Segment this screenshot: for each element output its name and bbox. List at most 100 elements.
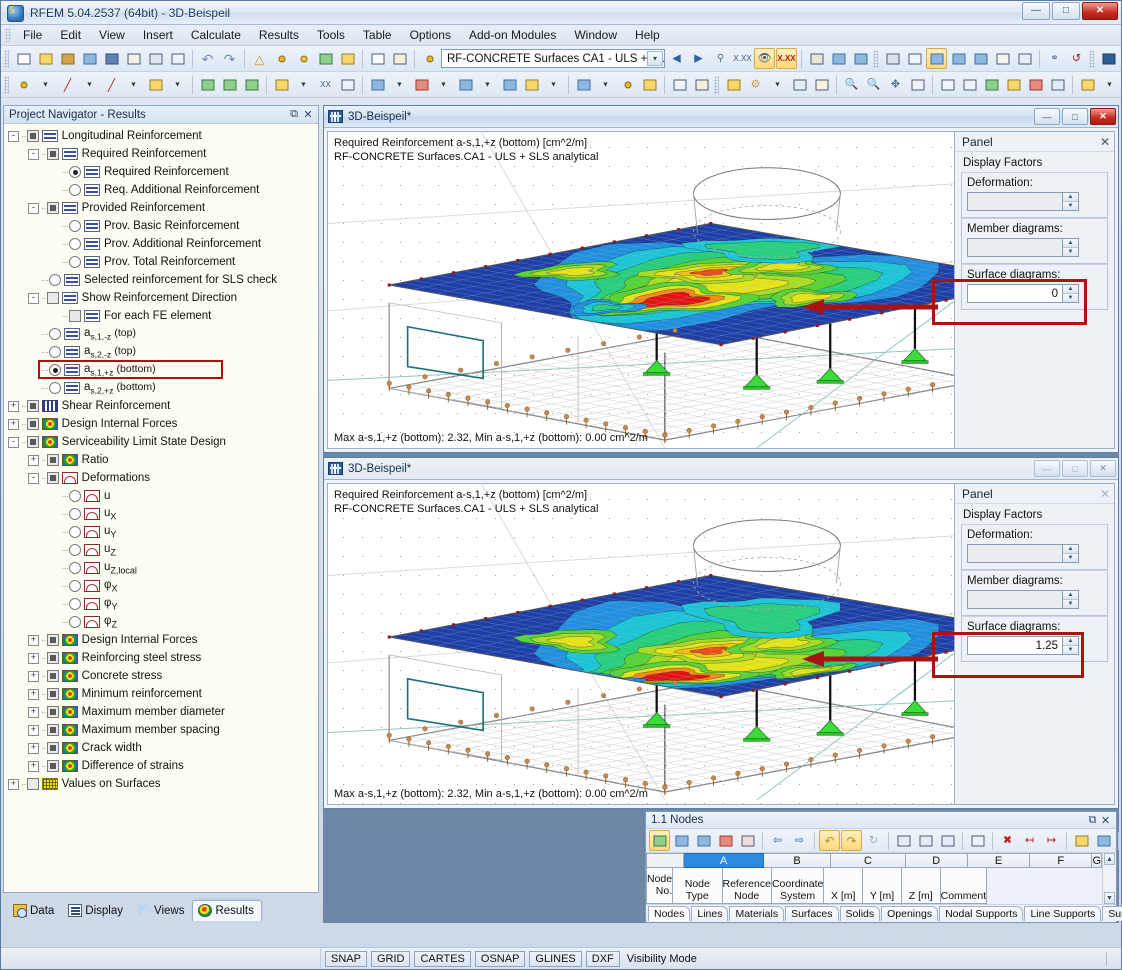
connect-lines-icon[interactable] [691, 74, 712, 95]
table-insert-row-icon[interactable] [671, 830, 692, 851]
show-result-values-icon[interactable]: X.XX [776, 48, 797, 69]
minimize-button[interactable]: — [1022, 2, 1050, 20]
menu-item-table[interactable]: Table [354, 26, 401, 44]
new-node-icon[interactable] [13, 74, 34, 95]
print-preview-icon[interactable] [167, 48, 188, 69]
table-edit-mode-icon[interactable] [649, 830, 670, 851]
table-prev-icon[interactable]: ⇦ [767, 830, 788, 851]
pan-view-icon[interactable]: ✥ [885, 74, 906, 95]
expand-icon[interactable]: + [28, 454, 39, 466]
view-xz-icon[interactable] [970, 48, 991, 69]
pick-object-icon[interactable] [271, 48, 292, 69]
checkbox-partial[interactable] [46, 760, 59, 772]
save-icon[interactable] [101, 48, 122, 69]
checkbox-partial[interactable] [46, 148, 59, 160]
navigator-tree-item[interactable]: + ·· Maximum member diameter [4, 703, 318, 721]
navigator-tree-item[interactable]: - ·· Show Reinforcement Direction [4, 289, 318, 307]
checkbox-unchecked[interactable] [46, 292, 59, 304]
nodal-release-icon[interactable]: XX [315, 74, 336, 95]
navigator-tab-results[interactable]: Results [192, 900, 262, 921]
view2-member-spin-buttons[interactable]: ▲ ▼ [1062, 590, 1079, 609]
table-redo-icon[interactable]: ↷ [841, 830, 862, 851]
new-opening-icon[interactable] [521, 74, 542, 95]
redo-icon[interactable]: ↷ [219, 48, 240, 69]
table-remove-column-icon[interactable] [915, 830, 936, 851]
navigator-tree-item[interactable]: ··· φY [4, 595, 318, 613]
navigator-results-tree[interactable]: - ·· Longitudinal Reinforcement - ·· Required… [4, 124, 318, 892]
render-model-icon[interactable] [882, 48, 903, 69]
expand-icon[interactable]: + [8, 400, 19, 412]
spin-down-icon[interactable]: ▼ [1063, 600, 1078, 608]
view2-panel-close-icon[interactable]: ✕ [1100, 487, 1110, 501]
printout-report2-icon[interactable] [850, 48, 871, 69]
rfem-help-icon[interactable] [1098, 48, 1119, 69]
scroll-down-icon[interactable]: ▼ [1104, 892, 1115, 904]
radio-button[interactable] [69, 490, 81, 502]
checkbox-partial[interactable] [26, 130, 39, 142]
view1-minimize-button[interactable]: — [1034, 108, 1060, 125]
status-grid-toggle[interactable]: GRID [370, 950, 411, 967]
new-node-dropdown-icon[interactable]: ▼ [35, 74, 56, 95]
expand-icon[interactable]: + [28, 760, 39, 772]
table-delete-selection-icon[interactable]: ✖ [997, 830, 1018, 851]
menu-grip-handle[interactable] [5, 28, 11, 42]
checkbox-partial[interactable] [46, 724, 59, 736]
checkbox-partial[interactable] [46, 652, 59, 664]
toolbar-grip-handle-3[interactable] [1089, 49, 1094, 68]
checkbox-partial[interactable] [26, 400, 39, 412]
radio-button-selected[interactable] [69, 166, 81, 178]
view2-viewport[interactable]: Required Reinforcement a-s,1,+z (bottom)… [327, 483, 1115, 805]
opening-dropdown-icon[interactable]: ▼ [543, 74, 564, 95]
view1-deformation-spin-buttons[interactable]: ▲ ▼ [1062, 192, 1079, 211]
new-free-load-icon[interactable] [411, 74, 432, 95]
open-project-icon[interactable] [57, 48, 78, 69]
toolbar2-grip-handle[interactable] [4, 75, 9, 94]
radio-button[interactable] [69, 238, 81, 250]
navigator-tree-item[interactable]: + ·· Difference of strains [4, 757, 318, 775]
navigator-tree-item[interactable]: - ·· Provided Reinforcement [4, 199, 318, 217]
isolines-icon[interactable] [1047, 74, 1068, 95]
navigator-tree-item[interactable]: ··· Prov. Total Reinforcement [4, 253, 318, 271]
table-blue-grid-icon[interactable] [1093, 830, 1114, 851]
free-load-dropdown-icon[interactable]: ▼ [433, 74, 454, 95]
fe-mesh-icon[interactable] [337, 74, 358, 95]
radio-button[interactable] [69, 580, 81, 592]
zoom-window-icon[interactable]: 🔍 [841, 74, 862, 95]
view1-member-spin-buttons[interactable]: ▲ ▼ [1062, 238, 1079, 257]
navigator-tree-item[interactable]: ··· Prov. Basic Reinforcement [4, 217, 318, 235]
new-solid-load-icon[interactable] [455, 74, 476, 95]
status-osnap-toggle[interactable]: OSNAP [474, 950, 526, 967]
spin-up-icon[interactable]: ▲ [1063, 239, 1078, 248]
navigator-tab-data[interactable]: Data [7, 900, 62, 921]
new-member-hinge-icon[interactable] [271, 74, 292, 95]
table-col-letter-d[interactable]: D [905, 853, 968, 868]
table-grid-view-icon[interactable] [1071, 830, 1092, 851]
table-filter-icon[interactable] [737, 830, 758, 851]
modules-dropdown-icon[interactable]: ▼ [1099, 74, 1120, 95]
view2-deformation-spin-buttons[interactable]: ▲ ▼ [1062, 544, 1079, 563]
menu-item-view[interactable]: View [90, 26, 134, 44]
table-tab-openings[interactable]: Openings [881, 905, 939, 921]
collapse-icon[interactable]: - [8, 130, 19, 142]
navigator-tree-item[interactable]: ··· uZ [4, 541, 318, 559]
table-tab-nodal-supports[interactable]: Nodal Supports [939, 905, 1024, 921]
checkbox-partial[interactable] [46, 634, 59, 646]
expand-icon[interactable]: + [28, 670, 39, 682]
radio-button[interactable] [69, 544, 81, 556]
table-col-letter-c[interactable]: C [831, 853, 906, 868]
new-nodal-support-icon[interactable] [197, 74, 218, 95]
expand-icon[interactable]: + [8, 418, 19, 430]
table-vertical-scrollbar[interactable]: ▲ ▼ [1102, 853, 1116, 904]
clipping-plane-icon[interactable] [959, 74, 980, 95]
checkbox-partial[interactable] [46, 202, 59, 214]
zoom-all-icon[interactable]: 🔍 [863, 74, 884, 95]
select-objects-icon[interactable]: △ [249, 48, 270, 69]
expand-icon[interactable]: + [28, 724, 39, 736]
surface-load-dropdown-icon[interactable]: ▼ [389, 74, 410, 95]
radio-button[interactable] [49, 328, 61, 340]
navigator-tree-item[interactable]: ··· Required Reinforcement [4, 163, 318, 181]
add-selection-icon[interactable] [315, 48, 336, 69]
view1-deformation-value[interactable] [967, 192, 1062, 211]
expand-icon[interactable]: + [28, 706, 39, 718]
previous-view-icon[interactable] [907, 74, 928, 95]
